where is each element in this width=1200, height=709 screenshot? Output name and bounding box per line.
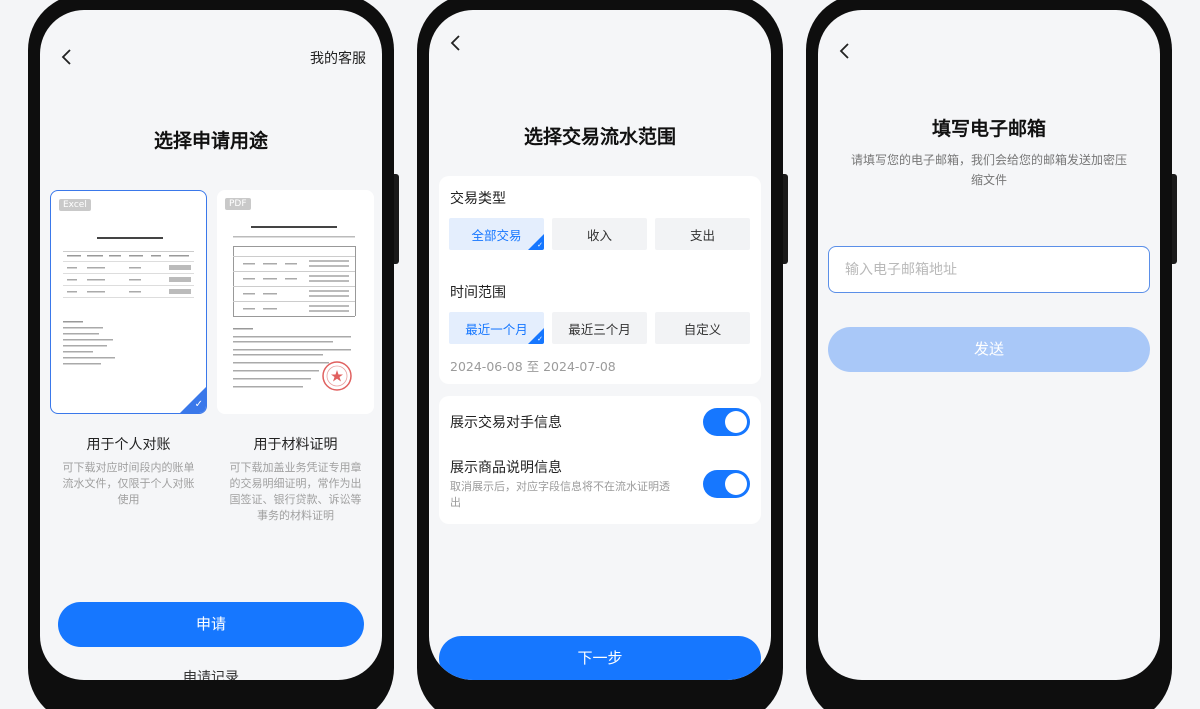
option-label: 自定义 (683, 321, 722, 337)
next-step-button[interactable]: 下一步 (439, 636, 761, 680)
apply-record-link[interactable]: 申请记录 (40, 667, 382, 680)
screen-transaction-range: 选择交易流水范围 交易类型 全部交易 ✓ 收入 支出 时间范围 最近一个月 ✓ … (429, 10, 771, 680)
display-options-panel: 展示交易对手信息 展示商品说明信息 取消展示后，对应字段信息将不在流水证明透出 (439, 396, 761, 524)
toggle-knob (725, 473, 747, 495)
option-label: 收入 (586, 227, 612, 243)
time-option-3m[interactable]: 最近三个月 (552, 312, 647, 344)
card-desc-proof: 可下载加盖业务凭证专用章的交易明细证明，常作为出国签证、银行贷款、诉讼等事务的材… (229, 461, 362, 522)
toggle-label-counterparty: 展示交易对手信息 (450, 415, 562, 431)
option-label: 全部交易 (471, 227, 522, 243)
purpose-card-reconcile[interactable]: Excel ✓ (50, 190, 207, 414)
type-option-expense[interactable]: 支出 (655, 218, 750, 250)
page-title: 选择交易流水范围 (523, 126, 676, 148)
option-label: 最近一个月 (465, 321, 528, 337)
toggle-knob (725, 411, 747, 433)
back-arrow-icon[interactable] (445, 32, 467, 54)
document-preview-image (57, 217, 200, 407)
checkmark-icon: ✓ (194, 399, 203, 410)
document-preview-image (223, 216, 368, 408)
time-range-label: 时间范围 (450, 285, 506, 301)
checkmark-icon: ✓ (537, 241, 543, 249)
date-range-text: 2024-06-08 至 2024-07-08 (450, 359, 616, 374)
phone-frame-3: 填写电子邮箱 请填写您的电子邮箱，我们会给您的邮箱发送加密压缩文件 发送 (806, 0, 1177, 709)
page-title: 选择申请用途 (153, 130, 268, 152)
screen-select-purpose: 我的客服 选择申请用途 Excel ✓ PDF 用于个人对账 用于材料证明 可下… (40, 10, 382, 680)
customer-service-link[interactable]: 我的客服 (310, 48, 366, 68)
transaction-type-label: 交易类型 (450, 191, 506, 207)
send-button[interactable]: 发送 (828, 327, 1150, 372)
screen-email: 填写电子邮箱 请填写您的电子邮箱，我们会给您的邮箱发送加密压缩文件 发送 (818, 10, 1160, 680)
card-desc-reconcile: 可下载对应时间段内的账单流水文件，仅限于个人对账使用 (62, 461, 195, 506)
toggle-product[interactable] (703, 470, 750, 498)
email-input[interactable] (828, 246, 1150, 293)
card-title-proof: 用于材料证明 (253, 437, 338, 453)
phone-frame-1: 我的客服 选择申请用途 Excel ✓ PDF 用于个人对账 用于材料证明 可下… (28, 0, 399, 709)
toggle-label-product: 展示商品说明信息 (450, 460, 562, 476)
filter-panel: 交易类型 全部交易 ✓ 收入 支出 时间范围 最近一个月 ✓ 最近三个月 自定义… (439, 176, 761, 384)
type-option-all[interactable]: 全部交易 ✓ (449, 218, 544, 250)
time-option-1m[interactable]: 最近一个月 ✓ (449, 312, 544, 344)
back-arrow-icon[interactable] (56, 46, 78, 68)
page-subtitle: 请填写您的电子邮箱，我们会给您的邮箱发送加密压缩文件 (850, 153, 1127, 187)
format-badge: Excel (59, 199, 91, 211)
type-option-income[interactable]: 收入 (552, 218, 647, 250)
phone-frame-2: 选择交易流水范围 交易类型 全部交易 ✓ 收入 支出 时间范围 最近一个月 ✓ … (417, 0, 788, 709)
back-arrow-icon[interactable] (834, 40, 856, 62)
time-option-custom[interactable]: 自定义 (655, 312, 750, 344)
purpose-card-proof[interactable]: PDF (217, 190, 374, 414)
toggle-product-hint: 取消展示后，对应字段信息将不在流水证明透出 (450, 480, 670, 509)
apply-button[interactable]: 申请 (58, 602, 364, 647)
option-label: 支出 (689, 227, 715, 243)
checkmark-icon: ✓ (537, 335, 543, 343)
card-title-reconcile: 用于个人对账 (86, 437, 171, 453)
option-label: 最近三个月 (568, 321, 631, 337)
toggle-counterparty[interactable] (703, 408, 750, 436)
page-title: 填写电子邮箱 (931, 118, 1046, 140)
format-badge: PDF (225, 198, 251, 210)
